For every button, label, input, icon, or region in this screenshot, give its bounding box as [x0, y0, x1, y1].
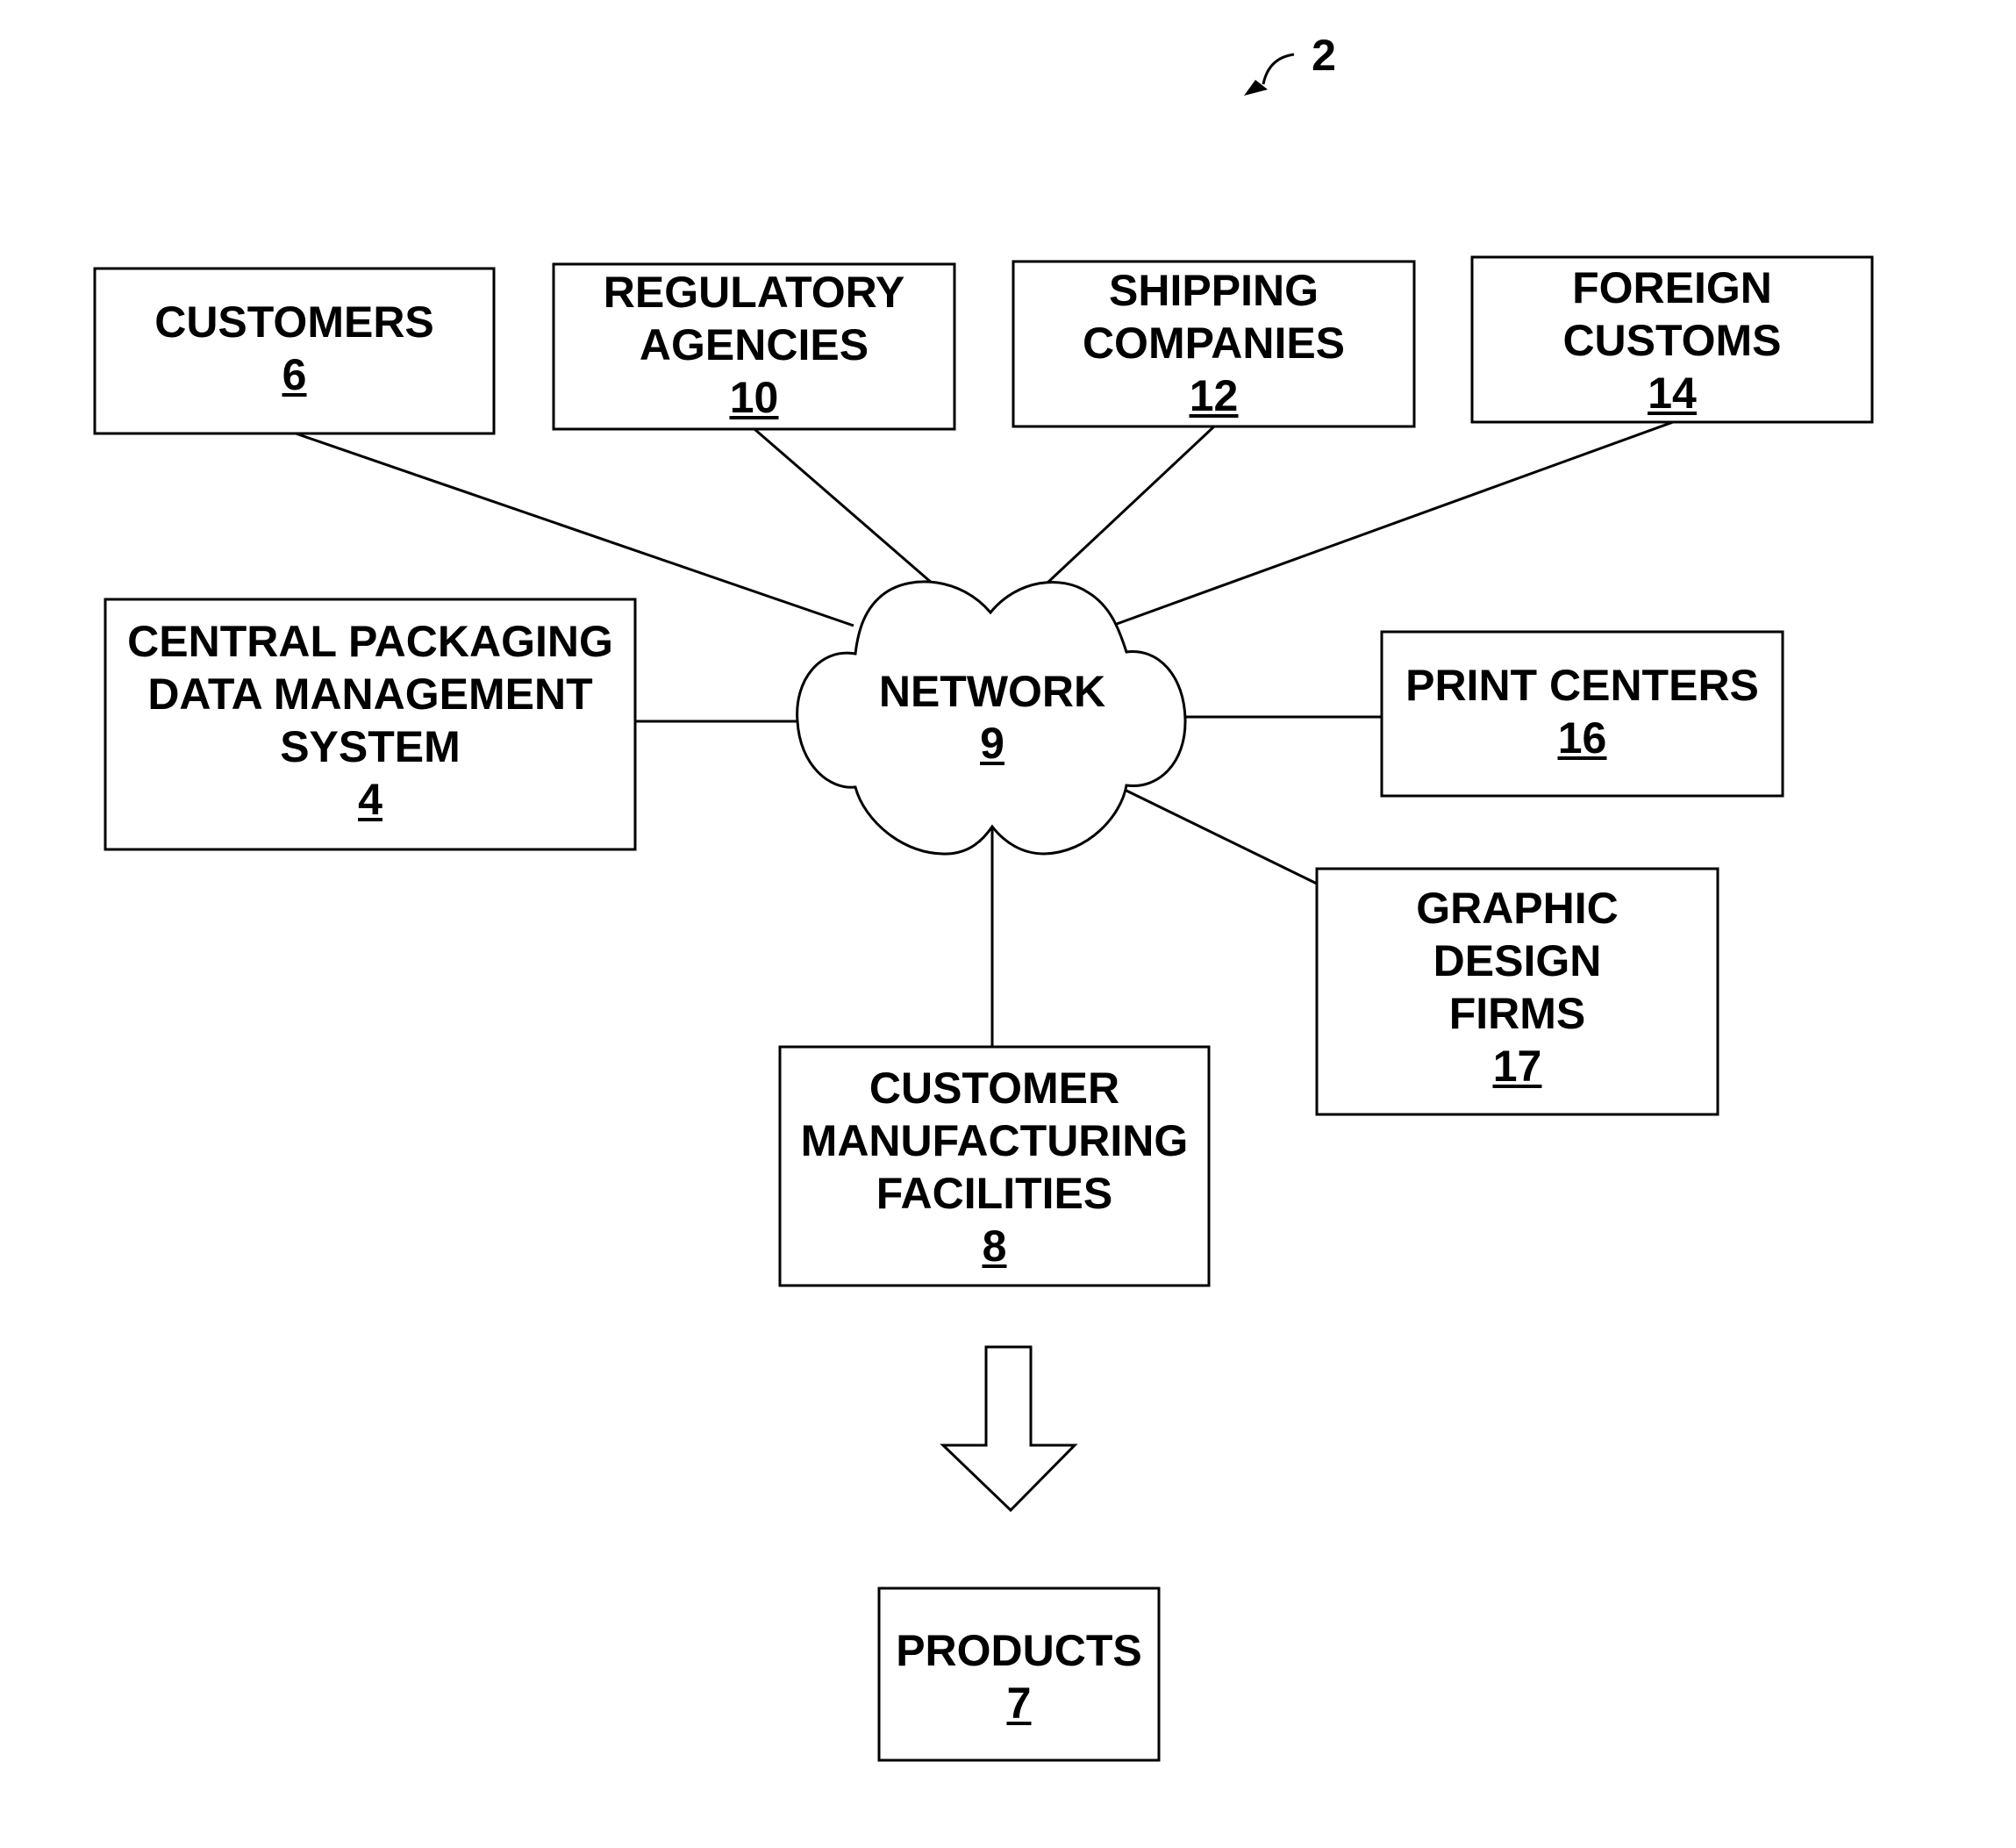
node-label-line: PRINT CENTERS — [1405, 661, 1759, 710]
node-ref-number: 16 — [1558, 713, 1607, 763]
node-label-line: FIRMS — [1449, 989, 1586, 1038]
node-customers[interactable]: CUSTOMERS6 — [93, 267, 496, 435]
network-label: NETWORK — [879, 667, 1105, 716]
node-customer-manufacturing[interactable]: CUSTOMERMANUFACTURINGFACILITIES8 — [778, 1045, 1211, 1287]
node-label-line: PRODUCTS — [896, 1626, 1142, 1675]
node-label-line: MANUFACTURING — [801, 1116, 1189, 1165]
node-ref-number: 17 — [1493, 1042, 1542, 1091]
node-label-line: SYSTEM — [280, 722, 461, 771]
node-ref-number: 7 — [1007, 1679, 1032, 1728]
reference-numeral: 2 — [1312, 31, 1336, 80]
connector-shipping-companies-to-network — [1045, 425, 1216, 585]
node-label-line: CENTRAL PACKAGING — [127, 617, 613, 666]
node-label-line: SHIPPING — [1109, 266, 1319, 315]
node-central-packaging[interactable]: CENTRAL PACKAGINGDATA MANAGEMENTSYSTEM4 — [104, 598, 637, 851]
reference-leader-arrow — [1262, 53, 1295, 85]
node-regulatory-agencies[interactable]: REGULATORYAGENCIES10 — [552, 262, 956, 431]
node-ref-number: 4 — [358, 775, 382, 824]
connector-regulatory-agencies-to-network — [754, 427, 933, 585]
node-label-line: REGULATORY — [604, 268, 905, 317]
cloud-shape-icon — [796, 580, 1187, 856]
node-label-line: GRAPHIC — [1416, 884, 1619, 933]
node-label-line: CUSTOMS — [1562, 316, 1781, 365]
node-label-line: AGENCIES — [640, 320, 869, 369]
system-diagram: 2 NETWORK 9 CUSTOMERS6 REGULATORYAGENCIES… — [93, 31, 1874, 1762]
nodes: CUSTOMERS6 REGULATORYAGENCIES10 SHIPPINGCO… — [93, 255, 1874, 1762]
node-print-centers[interactable]: PRINT CENTERS16 — [1380, 630, 1784, 798]
node-ref-number: 6 — [282, 350, 307, 399]
node-graphic-design-firms[interactable]: GRAPHICDESIGNFIRMS17 — [1315, 867, 1719, 1116]
connector-graphic-design-firms-to-network — [1126, 789, 1318, 885]
flow-arrow-icon — [940, 1345, 1078, 1513]
node-products[interactable]: PRODUCTS7 — [877, 1587, 1161, 1762]
node-ref-number: 14 — [1648, 369, 1697, 418]
network-ref-number: 9 — [980, 719, 1004, 768]
connector-foreign-customs-to-network — [1116, 420, 1674, 626]
node-shipping-companies[interactable]: SHIPPINGCOMPANIES12 — [1012, 260, 1416, 428]
node-ref-number: 10 — [730, 373, 779, 422]
node-label-line: FACILITIES — [876, 1169, 1112, 1218]
node-label-line: CUSTOMERS — [154, 297, 434, 347]
node-label-line: DATA MANAGEMENT — [147, 670, 592, 719]
node-label-line: COMPANIES — [1083, 319, 1345, 368]
connector-customers-to-network — [295, 432, 854, 627]
node-ref-number: 12 — [1190, 371, 1239, 420]
network-cloud[interactable]: NETWORK 9 — [796, 580, 1187, 856]
node-foreign-customs[interactable]: FOREIGNCUSTOMS14 — [1470, 255, 1874, 424]
node-label-line: CUSTOMER — [869, 1064, 1119, 1113]
node-label-line: FOREIGN — [1572, 263, 1772, 312]
node-ref-number: 8 — [983, 1221, 1007, 1271]
node-label-line: DESIGN — [1433, 936, 1602, 985]
figure-reference: 2 — [1244, 31, 1336, 96]
